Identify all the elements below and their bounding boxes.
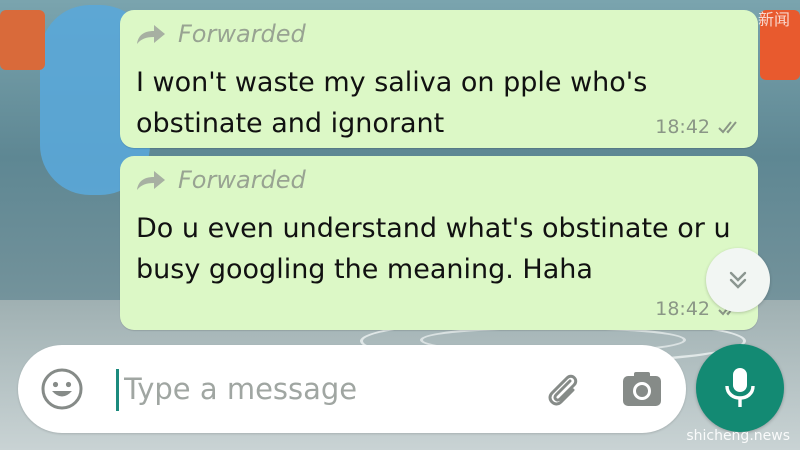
microphone-icon — [725, 368, 755, 407]
scroll-to-bottom-button[interactable] — [706, 248, 770, 312]
forwarded-header: Forwarded — [136, 20, 306, 48]
forwarded-label: Forwarded — [178, 20, 306, 48]
forwarded-header: Forwarded — [136, 166, 306, 194]
camera-icon[interactable] — [620, 367, 664, 411]
double-check-icon — [718, 121, 737, 134]
message-composer — [18, 345, 686, 433]
message-bubble[interactable]: Forwarded Do u even understand what's ob… — [120, 156, 758, 330]
message-text: Do u even understand what's obstinate or… — [136, 213, 731, 285]
double-chevron-down-icon — [729, 271, 747, 289]
paperclip-icon[interactable] — [540, 367, 584, 411]
message-time: 18:42 — [655, 116, 710, 138]
forward-arrow-icon — [137, 25, 165, 44]
watermark-bottom: shicheng.news — [686, 428, 790, 444]
message-bubble[interactable]: Forwarded I won't waste my saliva on ppl… — [120, 10, 758, 148]
message-input[interactable] — [124, 363, 524, 415]
forwarded-label: Forwarded — [178, 166, 306, 194]
message-text: I won't waste my saliva on pple who's ob… — [136, 67, 648, 139]
emoji-icon[interactable] — [40, 367, 84, 411]
microphone-button[interactable] — [696, 344, 784, 432]
watermark-top: 新闻 — [757, 10, 790, 29]
forward-arrow-icon — [137, 171, 165, 190]
text-caret — [116, 369, 119, 411]
message-meta: 18:42 — [655, 116, 744, 138]
message-time: 18:42 — [655, 298, 710, 320]
wallpaper-cone-left — [0, 10, 45, 70]
